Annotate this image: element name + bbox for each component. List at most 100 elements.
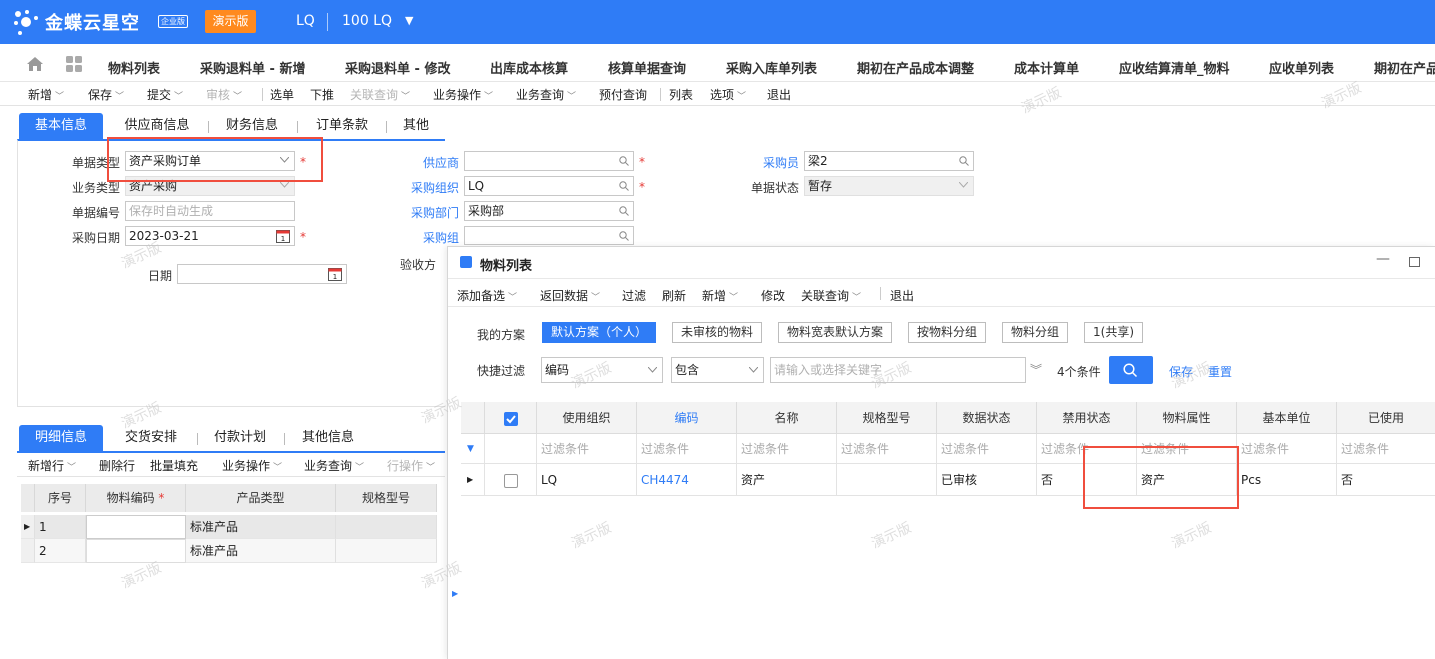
nav-tab[interactable]: 期初在产品 (1374, 58, 1435, 77)
chevron-down-icon[interactable]: ﹀ (737, 92, 746, 102)
edit-button[interactable]: 修改 (761, 287, 785, 304)
nav-tab[interactable]: 采购退料单 - 新增 (200, 58, 305, 77)
tab-payment-plan[interactable]: 付款计划 (203, 425, 277, 451)
reset-link[interactable]: 重置 (1208, 363, 1232, 380)
buyer-label[interactable]: 采购员 (735, 154, 799, 171)
chevron-down-icon[interactable] (648, 367, 657, 373)
column-header[interactable]: 禁用状态 (1037, 402, 1137, 434)
filter-cell[interactable]: 过滤条件 (837, 434, 937, 464)
database-name[interactable]: 100 LQ (342, 13, 392, 29)
prepay-query-button[interactable]: 预付查询 (599, 86, 647, 103)
return-data-button[interactable]: 返回数据 ﹀ (540, 287, 600, 304)
detail-business-query-button[interactable]: 业务查询 ﹀ (304, 457, 364, 474)
chevron-down-icon[interactable]: ﹀ (567, 92, 576, 102)
search-icon[interactable] (619, 206, 629, 216)
select-doc-button[interactable]: 选单 (270, 86, 294, 103)
chevron-down-icon[interactable]: ﹀ (115, 92, 124, 102)
chevron-down-icon[interactable]: ﹀ (401, 92, 410, 102)
exit-button[interactable]: 退出 (767, 86, 791, 103)
purchase-date-input[interactable]: 2023-03-21 1 (125, 226, 295, 246)
linked-query-button[interactable]: 关联查询 ﹀ (350, 86, 410, 103)
column-header[interactable]: 产品类型 (186, 484, 336, 512)
business-ops-button[interactable]: 业务操作 ﹀ (433, 86, 493, 103)
nav-tab[interactable]: 采购入库单列表 (726, 58, 817, 77)
filter-keyword-input[interactable]: 请输入或选择关键字 (770, 357, 1026, 383)
add-row-button[interactable]: 新增行 ﹀ (28, 457, 76, 474)
dialog-linked-query-button[interactable]: 关联查询 ﹀ (801, 287, 861, 304)
chevron-down-icon[interactable] (280, 157, 289, 163)
filter-cell[interactable]: 过滤条件 (537, 434, 637, 464)
tab-other-info[interactable]: 其他信息 (291, 425, 365, 451)
column-header[interactable]: 数据状态 (937, 402, 1037, 434)
purchase-dept-label[interactable]: 采购部门 (395, 204, 459, 221)
search-button[interactable] (1109, 356, 1153, 384)
row-checkbox[interactable] (485, 464, 537, 496)
org-name[interactable]: LQ (296, 13, 315, 29)
nav-tab[interactable]: 物料列表 (108, 58, 160, 77)
date-input[interactable]: 1 (177, 264, 347, 284)
chevron-down-icon[interactable]: ﹀ (67, 463, 76, 473)
checkbox-checked-icon[interactable] (503, 411, 518, 426)
chevron-down-icon[interactable]: ﹀ (55, 92, 64, 102)
nav-tab[interactable]: 期初在产品成本调整 (857, 58, 974, 77)
select-all-checkbox[interactable] (485, 402, 537, 434)
search-icon[interactable] (619, 181, 629, 191)
nav-tab[interactable]: 成本计算单 (1014, 58, 1079, 77)
purchase-group-input[interactable] (464, 226, 634, 245)
caret-down-icon[interactable]: ▼ (405, 14, 413, 27)
dialog-exit-button[interactable]: 退出 (890, 287, 914, 304)
chevron-down-icon[interactable]: ﹀ (591, 293, 600, 303)
scheme-chip[interactable]: 1(共享) (1084, 322, 1143, 343)
filter-button[interactable]: 过滤 (622, 287, 646, 304)
doc-status-select[interactable]: 暂存 (804, 176, 974, 196)
supplier-label[interactable]: 供应商 (395, 154, 459, 171)
dialog-new-button[interactable]: 新增 ﹀ (702, 287, 738, 304)
scheme-chip[interactable]: 按物料分组 (908, 322, 987, 343)
splitter-arrow-icon[interactable]: ▶ (452, 589, 458, 598)
refresh-button[interactable]: 刷新 (662, 287, 686, 304)
submit-button[interactable]: 提交 ﹀ (147, 86, 183, 103)
condition-count[interactable]: 4个条件 (1057, 363, 1101, 380)
material-code-link[interactable]: CH4474 (637, 464, 737, 496)
filter-field-select[interactable]: 编码 (541, 357, 663, 383)
tab-finance-info[interactable]: 财务信息 (215, 113, 289, 139)
tab-detail-info[interactable]: 明细信息 (19, 425, 103, 451)
chevron-down-icon[interactable]: ﹀ (508, 293, 517, 303)
chevron-down-icon[interactable]: ﹀ (852, 293, 861, 303)
supplier-input[interactable] (464, 151, 634, 171)
nav-tab[interactable]: 核算单据查询 (608, 58, 686, 77)
purchase-org-label[interactable]: 采购组织 (395, 179, 459, 196)
filter-cell[interactable]: 过滤条件 (1237, 434, 1337, 464)
tab-delivery-schedule[interactable]: 交货安排 (111, 425, 191, 451)
scheme-chip[interactable]: 未审核的物料 (672, 322, 763, 343)
new-button[interactable]: 新增 ﹀ (28, 86, 64, 103)
calendar-icon[interactable]: 1 (328, 267, 342, 281)
audit-button[interactable]: 审核 ﹀ (206, 86, 242, 103)
batch-fill-button[interactable]: 批量填充 (150, 457, 198, 474)
row-ops-button[interactable]: 行操作 ﹀ (387, 457, 435, 474)
minimize-icon[interactable]: — (1376, 251, 1390, 267)
save-scheme-link[interactable]: 保存 (1169, 363, 1193, 380)
business-query-button[interactable]: 业务查询 ﹀ (516, 86, 576, 103)
column-header[interactable]: 已使用 (1337, 402, 1435, 434)
chevron-down-icon[interactable]: ﹀ (484, 92, 493, 102)
delete-row-button[interactable]: 删除行 (99, 457, 135, 474)
tab-supplier-info[interactable]: 供应商信息 (115, 113, 199, 139)
checkbox-icon[interactable] (503, 473, 518, 488)
filter-cell[interactable]: 过滤条件 (1037, 434, 1137, 464)
tab-basic-info[interactable]: 基本信息 (19, 113, 103, 139)
scheme-chip[interactable]: 物料宽表默认方案 (778, 322, 893, 343)
chevron-down-icon[interactable] (749, 367, 758, 373)
purchase-group-label[interactable]: 采购组 (395, 229, 459, 246)
column-header[interactable]: 基本单位 (1237, 402, 1337, 434)
column-header[interactable]: 规格型号 (336, 484, 437, 512)
column-header[interactable]: 编码 (637, 402, 737, 434)
chevron-down-icon[interactable] (280, 182, 289, 188)
purchase-org-input[interactable]: LQ (464, 176, 634, 196)
chevron-down-icon[interactable]: ﹀ (355, 463, 364, 473)
nav-tab[interactable]: 应收结算清单_物料 (1119, 58, 1230, 77)
search-icon[interactable] (1123, 363, 1138, 378)
expand-icon[interactable]: ︾ (1030, 361, 1042, 378)
filter-cell[interactable]: 过滤条件 (937, 434, 1037, 464)
doc-no-input[interactable]: 保存时自动生成 (125, 201, 295, 221)
